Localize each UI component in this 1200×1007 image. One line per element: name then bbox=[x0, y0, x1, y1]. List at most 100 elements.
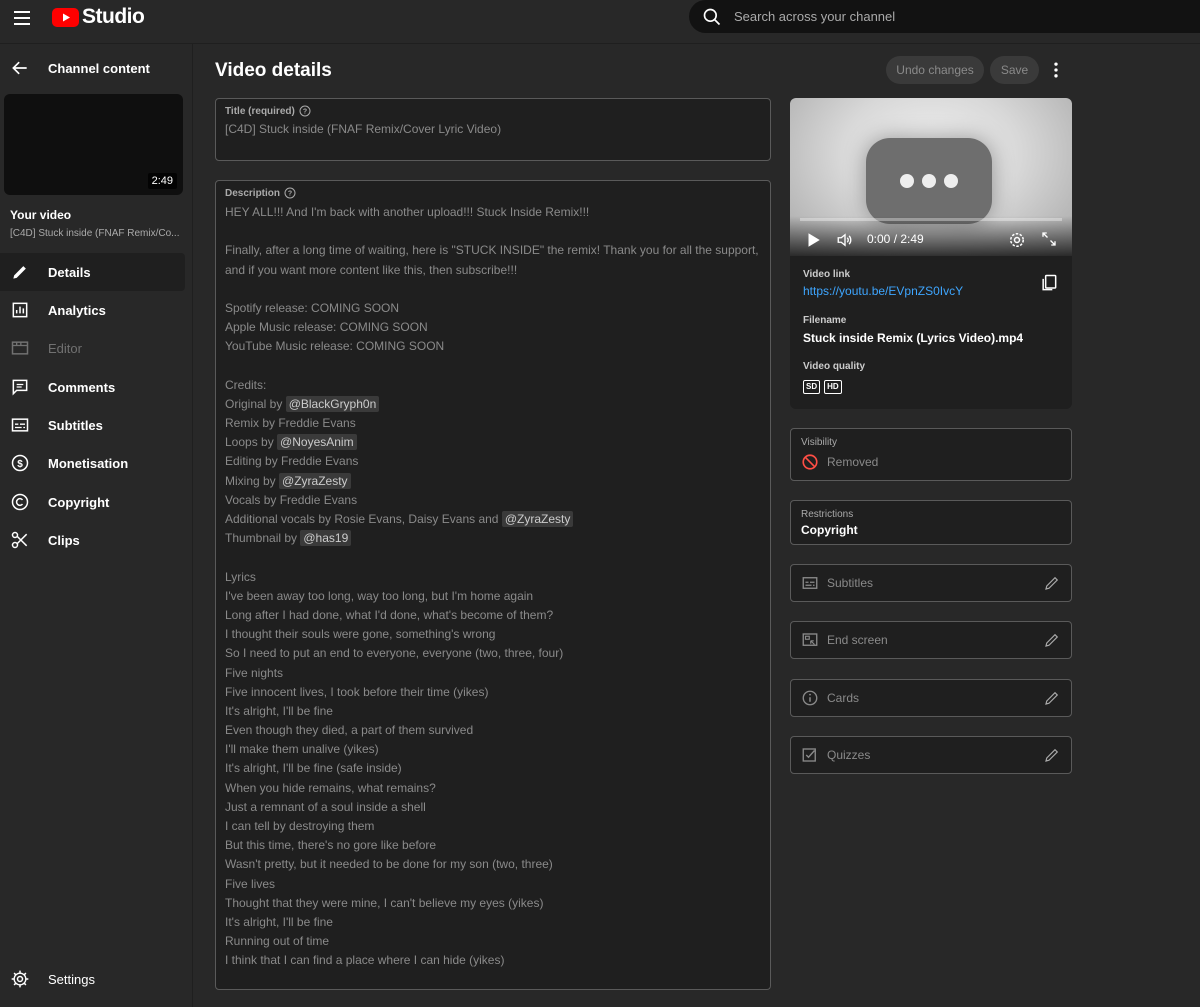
edit-pencil-icon[interactable] bbox=[1043, 631, 1061, 649]
restrictions-box[interactable]: Restrictions Copyright bbox=[790, 500, 1072, 545]
description-text: I think that I can find a place where I … bbox=[225, 953, 505, 968]
logo-text: Studio bbox=[82, 5, 145, 28]
help-icon[interactable]: ? bbox=[284, 187, 296, 199]
description-line: Credits: bbox=[225, 376, 761, 395]
description-text: So I need to put an end to everyone, eve… bbox=[225, 646, 564, 661]
svg-text:?: ? bbox=[303, 109, 307, 116]
sidebar-item-label: Details bbox=[48, 264, 91, 280]
description-textarea[interactable]: HEY ALL!!! And I'm back with another upl… bbox=[225, 203, 761, 971]
description-line: I thought their souls were gone, somethi… bbox=[225, 625, 761, 644]
description-line: So I need to put an end to everyone, eve… bbox=[225, 644, 761, 663]
description-text: Long after I had done, what I'd done, wh… bbox=[225, 607, 554, 622]
edit-pencil-icon[interactable] bbox=[1043, 574, 1061, 592]
description-line: When you hide remains, what remains? bbox=[225, 779, 761, 798]
sidebar-item-editor[interactable]: Editor bbox=[0, 329, 185, 367]
quizzes-feature-box[interactable]: Quizzes bbox=[790, 736, 1072, 774]
mention-chip[interactable]: @BlackGryph0n bbox=[285, 395, 380, 412]
search-input[interactable] bbox=[734, 9, 1134, 24]
filename-value: Stuck inside Remix (Lyrics Video).mp4 bbox=[803, 331, 1024, 345]
sidebar-item-clips[interactable]: Clips bbox=[0, 521, 185, 559]
sidebar-item-monetisation[interactable]: $ Monetisation bbox=[0, 444, 185, 482]
description-line: Running out of time bbox=[225, 932, 761, 951]
description-text: Apple Music release: COMING SOON bbox=[225, 320, 428, 335]
end-screen-feature-label: End screen bbox=[827, 633, 888, 647]
sidebar-item-comments[interactable]: Comments bbox=[0, 368, 185, 406]
sidebar-item-subtitles[interactable]: Subtitles bbox=[0, 406, 185, 444]
description-line: It's alright, I'll be fine bbox=[225, 913, 761, 932]
title-label-text: Title (required) bbox=[225, 105, 295, 117]
sidebar-item-settings[interactable]: Settings bbox=[0, 960, 185, 998]
player-controls: 0:00 / 2:49 bbox=[790, 216, 1072, 256]
end-screen-feature-box[interactable]: End screen bbox=[790, 621, 1072, 659]
restrictions-value: Copyright bbox=[801, 523, 858, 537]
description-line: Additional vocals by Rosie Evans, Daisy … bbox=[225, 510, 761, 529]
description-text: Loops by bbox=[225, 435, 278, 450]
description-text: I thought their souls were gone, somethi… bbox=[225, 627, 496, 642]
description-text: Thought that they were mine, I can't bel… bbox=[225, 895, 544, 910]
visibility-status: Removed bbox=[827, 455, 879, 469]
visibility-box[interactable]: Visibility Removed bbox=[790, 428, 1072, 481]
search-icon bbox=[703, 8, 721, 25]
copy-icon[interactable] bbox=[1039, 273, 1059, 293]
description-line: Wasn't pretty, but it needed to be done … bbox=[225, 855, 761, 874]
description-line: Five lives bbox=[225, 875, 761, 894]
edit-pencil-icon[interactable] bbox=[1043, 689, 1061, 707]
thumbnail-duration: 2:49 bbox=[147, 173, 177, 189]
search-bar[interactable] bbox=[689, 0, 1200, 33]
description-field[interactable]: Description ? HEY ALL!!! And I'm back wi… bbox=[215, 180, 771, 990]
description-text: It's alright, I'll be fine (safe inside) bbox=[225, 761, 402, 776]
filename-label: Filename bbox=[803, 315, 847, 326]
editor-icon bbox=[11, 341, 29, 355]
mention-chip[interactable]: @NoyesAnim bbox=[277, 434, 357, 451]
top-bar: Studio bbox=[0, 0, 1200, 44]
title-field[interactable]: Title (required) ? [C4D] Stuck inside (F… bbox=[215, 98, 771, 161]
cards-feature-box[interactable]: Cards bbox=[790, 679, 1072, 717]
volume-icon[interactable] bbox=[835, 231, 855, 249]
description-line: Lyrics bbox=[225, 568, 761, 587]
more-options-button[interactable] bbox=[1046, 60, 1066, 80]
mention-chip[interactable]: @has19 bbox=[300, 530, 352, 547]
video-player[interactable]: 0:00 / 2:49 bbox=[790, 98, 1072, 256]
back-to-channel-content[interactable]: Channel content bbox=[10, 58, 150, 78]
sidebar-item-copyright[interactable]: Copyright bbox=[0, 483, 185, 521]
save-button[interactable]: Save bbox=[990, 56, 1039, 84]
video-quality-badges: SD HD bbox=[803, 380, 842, 394]
help-icon[interactable]: ? bbox=[299, 105, 311, 117]
description-text: YouTube Music release: COMING SOON bbox=[225, 339, 445, 354]
description-text: Additional vocals by Rosie Evans, Daisy … bbox=[225, 512, 502, 526]
mention-chip[interactable]: @ZyraZesty bbox=[279, 472, 351, 489]
description-text: When you hide remains, what remains? bbox=[225, 780, 436, 795]
description-line: Five nights bbox=[225, 664, 761, 683]
progress-bar[interactable] bbox=[800, 218, 1062, 221]
description-text: It's alright, I'll be fine bbox=[225, 914, 333, 929]
video-link[interactable]: https://youtu.be/EVpnZS0IvcY bbox=[803, 284, 963, 298]
copyright-icon bbox=[11, 493, 29, 511]
description-text: It's alright, I'll be fine bbox=[225, 703, 333, 718]
description-line: HEY ALL!!! And I'm back with another upl… bbox=[225, 203, 761, 222]
comments-icon bbox=[12, 379, 28, 396]
fullscreen-icon[interactable] bbox=[1040, 230, 1058, 248]
title-input[interactable]: [C4D] Stuck inside (FNAF Remix/Cover Lyr… bbox=[225, 122, 761, 136]
sidebar-item-label: Editor bbox=[48, 340, 82, 356]
gear-icon bbox=[11, 970, 29, 988]
sidebar-item-details[interactable]: Details bbox=[0, 253, 185, 291]
subtitles-icon bbox=[802, 577, 818, 589]
sidebar-item-label: Clips bbox=[48, 532, 80, 548]
mention-chip[interactable]: @ZyraZesty bbox=[501, 511, 574, 527]
sidebar-item-analytics[interactable]: Analytics bbox=[0, 291, 185, 329]
visibility-value: Removed bbox=[801, 453, 878, 471]
sidebar: Channel content 2:49 Your video [C4D] St… bbox=[0, 44, 193, 1007]
subtitles-feature-box[interactable]: Subtitles bbox=[790, 564, 1072, 602]
play-icon[interactable] bbox=[804, 231, 822, 249]
undo-changes-button[interactable]: Undo changes bbox=[886, 56, 984, 84]
edit-pencil-icon[interactable] bbox=[1043, 746, 1061, 764]
video-thumbnail[interactable]: 2:49 bbox=[4, 94, 183, 195]
dollar-icon: $ bbox=[11, 454, 29, 472]
description-line: Just a remnant of a soul inside a shell bbox=[225, 798, 761, 817]
gear-icon[interactable] bbox=[1007, 230, 1027, 250]
studio-logo[interactable]: Studio bbox=[52, 5, 145, 29]
description-line: Vocals by Freddie Evans bbox=[225, 491, 761, 510]
page-title: Video details bbox=[215, 60, 332, 81]
menu-button[interactable] bbox=[10, 6, 34, 30]
description-line: Loops by @NoyesAnim bbox=[225, 433, 761, 452]
